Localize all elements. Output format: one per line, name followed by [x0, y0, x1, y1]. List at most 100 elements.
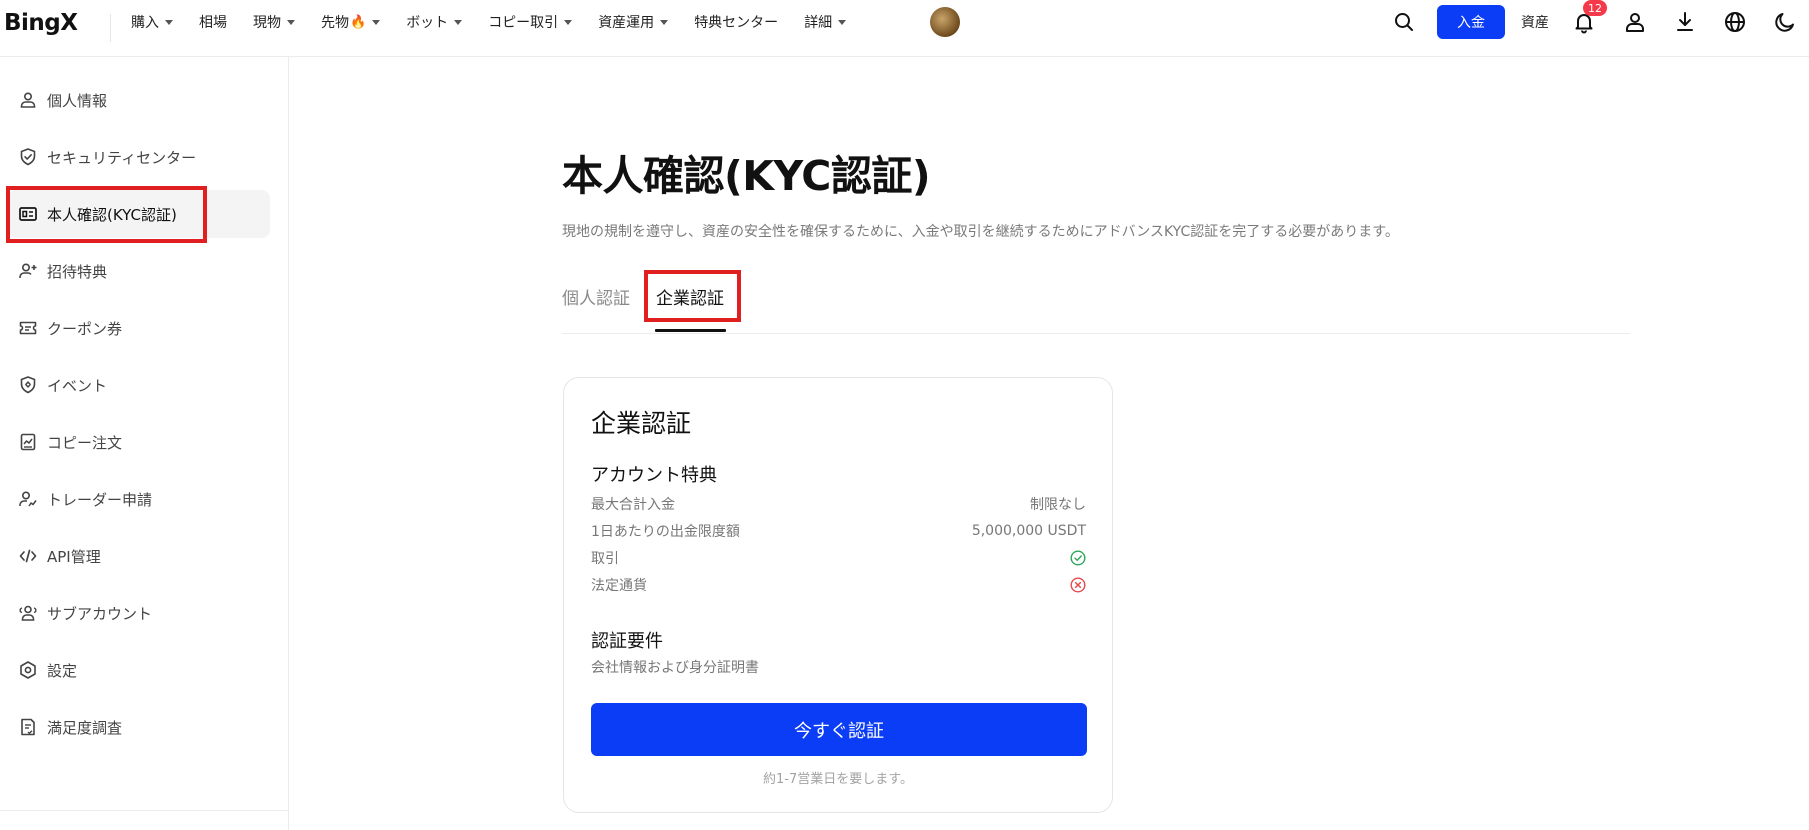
id-card-icon — [19, 207, 37, 221]
benefit-value: 5,000,000 USDT — [971, 523, 1086, 539]
nav-bots-label: ボット — [406, 15, 449, 31]
nav-more-label: 詳細 — [804, 15, 833, 31]
sidebar-item-referral[interactable]: 招待特典 — [8, 247, 270, 295]
benefit-row-max-deposit: 最大合計入金 制限なし — [591, 493, 1086, 515]
person-plus-icon — [19, 263, 37, 278]
sidebar-item-label: コピー注文 — [47, 433, 123, 452]
sidebar-item-label: 個人情報 — [47, 91, 108, 110]
sidebar-item-trader-application[interactable]: トレーダー申請 — [8, 475, 270, 523]
nav-earn-label: 資産運用 — [598, 15, 655, 31]
sidebar-item-kyc[interactable]: 本人確認(KYC認証) — [8, 190, 270, 238]
nav-copy-trading[interactable]: コピー取引 — [488, 12, 573, 32]
nav-markets[interactable]: 相場 — [199, 12, 227, 32]
sidebar-item-api-management[interactable]: API管理 — [8, 532, 270, 580]
requirements-text: 会社情報および身分証明書 — [591, 660, 759, 676]
person-icon — [20, 92, 36, 108]
nav-buy-label: 購入 — [131, 15, 159, 31]
sidebar-item-label: 本人確認(KYC認証) — [47, 205, 177, 224]
page-description: 現地の規制を遵守し、資産の安全性を確保するために、入金や取引を継続するためにアド… — [562, 224, 1399, 240]
nav-copy-trading-label: コピー取引 — [488, 15, 559, 31]
copy-order-icon — [20, 433, 36, 451]
group-icon — [19, 605, 37, 621]
assets-link[interactable]: 資産 — [1521, 12, 1549, 32]
main-nav: 購入 相場 現物 先物 🔥 ボット コピー取引 資産運用 特典センター 詳細 — [131, 0, 872, 44]
tab-personal-verification[interactable]: 個人認証 — [562, 284, 630, 309]
bingx-logo[interactable]: BingX — [4, 10, 78, 36]
chevron-down-icon — [454, 20, 463, 25]
moon-icon[interactable] — [1773, 10, 1797, 34]
notification-count-badge: 12 — [1583, 0, 1607, 16]
sidebar-item-coupons[interactable]: クーポン券 — [8, 304, 270, 352]
download-icon[interactable] — [1673, 10, 1697, 34]
deposit-button[interactable]: 入金 — [1437, 5, 1505, 39]
nav-spot-label: 現物 — [253, 15, 281, 31]
nav-bots[interactable]: ボット — [406, 12, 463, 32]
check-circle-icon — [1070, 550, 1086, 566]
nav-markets-label: 相場 — [199, 15, 227, 31]
chevron-down-icon — [660, 20, 669, 25]
sidebar-item-events[interactable]: イベント — [8, 361, 270, 409]
chevron-down-icon — [287, 20, 295, 25]
sidebar-item-label: 招待特典 — [47, 262, 108, 281]
card-title: 企業認証 — [591, 409, 692, 438]
benefit-row-daily-withdrawal: 1日あたりの出金限度額 5,000,000 USDT — [591, 520, 1086, 542]
hexagon-gear-icon — [20, 661, 36, 679]
chevron-down-icon — [564, 20, 573, 25]
trader-icon — [19, 491, 37, 507]
benefit-row-trading: 取引 — [591, 547, 1086, 569]
account-sidebar: 個人情報 セキュリティセンター 本人確認(KYC認証) 招待特典 クーポン券 イ… — [0, 57, 289, 830]
benefit-value: 制限なし — [1030, 497, 1086, 513]
top-navigation-bar: BingX 購入 相場 現物 先物 🔥 ボット コピー取引 資産運用 特典センタ… — [0, 0, 1809, 57]
logo-divider — [110, 14, 111, 42]
chevron-down-icon — [372, 20, 381, 25]
nav-futures[interactable]: 先物 🔥 — [321, 12, 381, 32]
benefit-row-fiat: 法定通貨 — [591, 574, 1086, 596]
chevron-down-icon — [838, 20, 847, 25]
sidebar-item-copy-orders[interactable]: コピー注文 — [8, 418, 270, 466]
processing-time-note: 約1-7営業日を要します。 — [763, 772, 913, 787]
page-title: 本人確認(KYC認証) — [562, 152, 931, 200]
nav-buy[interactable]: 購入 — [131, 12, 173, 32]
sidebar-item-security-center[interactable]: セキュリティセンター — [8, 133, 270, 181]
sidebar-item-label: トレーダー申請 — [47, 490, 153, 509]
nav-more[interactable]: 詳細 — [804, 12, 847, 32]
requirements-title: 認証要件 — [591, 631, 663, 652]
business-verification-card: 企業認証 アカウント特典 最大合計入金 制限なし 1日あたりの出金限度額 5,0… — [563, 377, 1113, 813]
benefits-title: アカウント特典 — [591, 465, 717, 486]
search-icon[interactable] — [1392, 10, 1416, 34]
nav-earn[interactable]: 資産運用 — [598, 12, 669, 32]
survey-icon — [21, 718, 35, 736]
benefit-label: 取引 — [591, 551, 619, 567]
sidebar-item-sub-accounts[interactable]: サブアカウント — [8, 589, 270, 637]
sidebar-divider — [0, 810, 288, 811]
sidebar-item-label: 満足度調査 — [47, 718, 123, 737]
promo-character-icon[interactable] — [930, 7, 960, 37]
nav-futures-label: 先物 — [321, 15, 349, 31]
nav-rewards-center[interactable]: 特典センター — [694, 12, 778, 32]
benefit-label: 最大合計入金 — [591, 497, 675, 513]
sidebar-item-label: イベント — [47, 376, 108, 395]
sidebar-item-label: API管理 — [47, 547, 101, 566]
shield-icon — [20, 148, 36, 166]
nav-spot[interactable]: 現物 — [253, 12, 295, 32]
sidebar-item-settings[interactable]: 設定 — [8, 646, 270, 694]
sidebar-item-personal-info[interactable]: 個人情報 — [8, 76, 270, 124]
tab-business-verification[interactable]: 企業認証 — [656, 284, 724, 309]
verification-tabs: 個人認証 企業認証 — [562, 268, 1630, 334]
verify-now-button[interactable]: 今すぐ認証 — [591, 703, 1087, 756]
ticket-icon — [19, 321, 37, 335]
user-icon[interactable] — [1623, 10, 1647, 34]
fire-icon: 🔥 — [350, 14, 367, 30]
benefit-label: 法定通貨 — [591, 578, 647, 594]
cross-circle-icon — [1070, 577, 1086, 593]
sidebar-item-survey[interactable]: 満足度調査 — [8, 703, 270, 751]
sidebar-item-label: サブアカウント — [47, 604, 153, 623]
sidebar-item-label: 設定 — [47, 661, 78, 680]
event-icon — [20, 376, 36, 394]
sidebar-item-label: セキュリティセンター — [47, 148, 197, 167]
benefit-label: 1日あたりの出金限度額 — [591, 524, 740, 540]
active-tab-indicator — [655, 329, 726, 332]
globe-icon[interactable] — [1723, 10, 1747, 34]
sidebar-item-label: クーポン券 — [47, 319, 123, 338]
chevron-down-icon — [165, 20, 173, 25]
